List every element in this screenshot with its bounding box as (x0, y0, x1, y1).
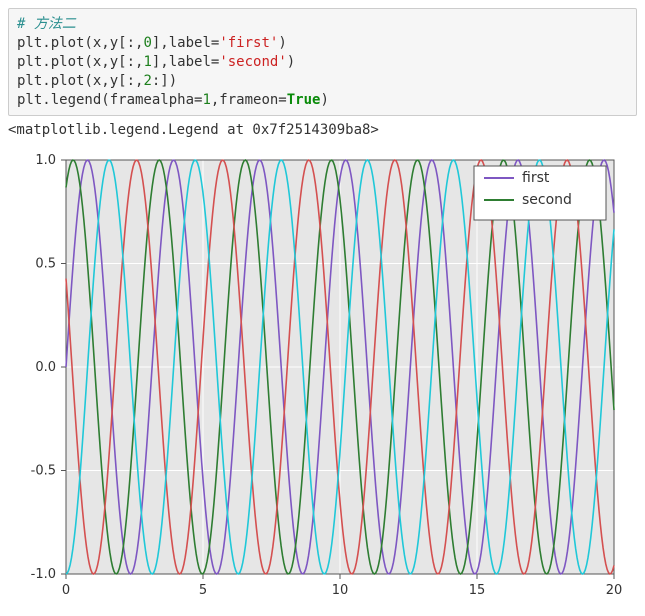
x-tick-label: 5 (199, 583, 207, 598)
output-repr: <matplotlib.legend.Legend at 0x7f2514309… (8, 116, 637, 142)
y-tick-label: 0.5 (35, 257, 56, 272)
x-tick-label: 10 (332, 583, 349, 598)
y-tick-label: 0.0 (35, 360, 56, 375)
plot-area: 0 5 10 15 20 -1.0 -0.5 0.0 0.5 1.0 first second (8, 142, 637, 608)
legend-label: second (522, 192, 572, 208)
x-tick-label: 20 (606, 583, 623, 598)
y-tick-label: -0.5 (31, 464, 56, 479)
matplotlib-figure: 0 5 10 15 20 -1.0 -0.5 0.0 0.5 1.0 first second (8, 148, 628, 608)
code-comment: # 方法二 (17, 16, 76, 32)
y-tick-label: 1.0 (35, 153, 56, 168)
x-tick-label: 0 (62, 583, 70, 598)
y-tick-label: -1.0 (31, 567, 56, 582)
code-cell: # 方法二 plt.plot(x,y[:,0],label='first') p… (8, 8, 637, 116)
legend-label: first (522, 170, 550, 186)
x-tick-label: 15 (469, 583, 486, 598)
